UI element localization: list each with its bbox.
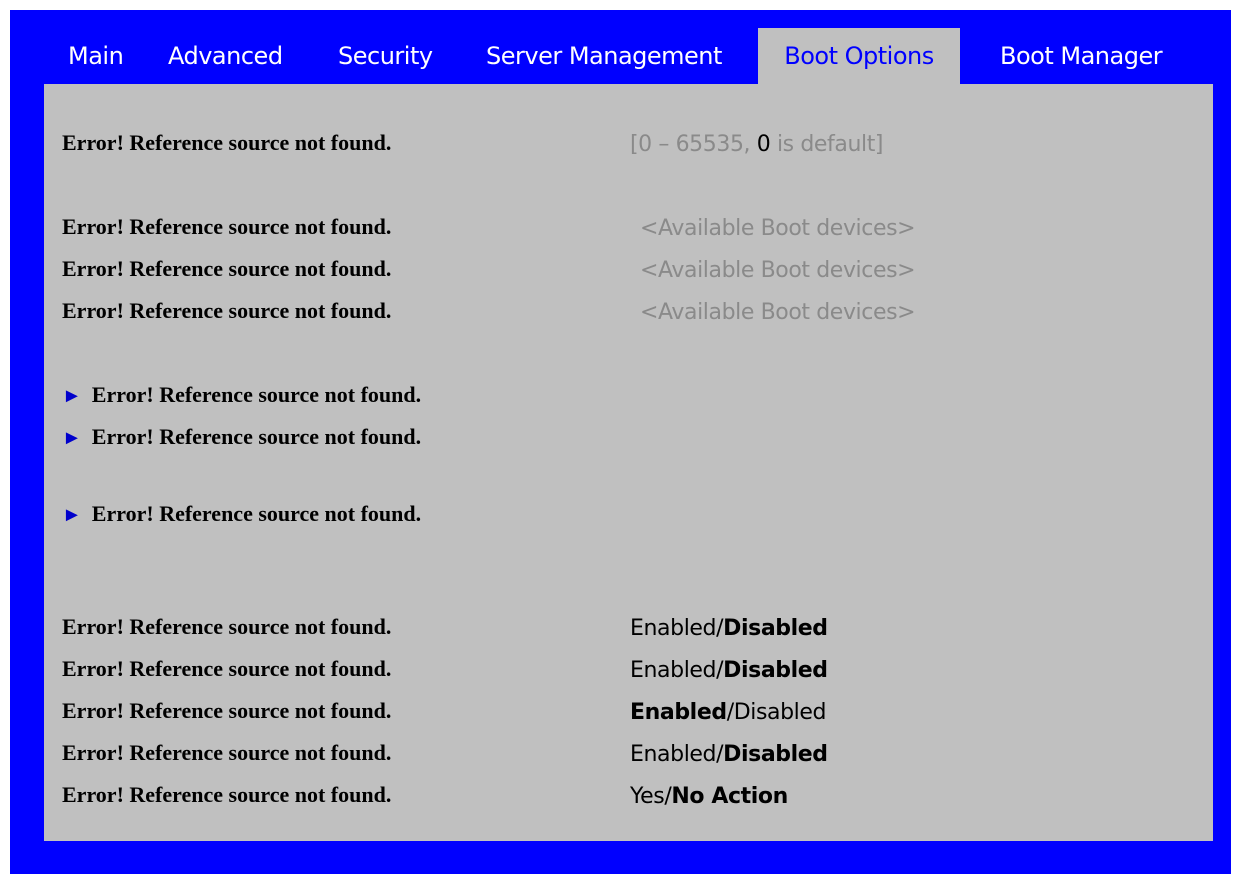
setting-label: Error! Reference source not found.	[62, 698, 392, 723]
submenu-link-3[interactable]: ► Error! Reference source not found.	[62, 496, 482, 533]
tab-advanced[interactable]: Advanced	[168, 28, 283, 84]
option-b-selected: Disabled	[723, 616, 828, 641]
setting-label: Error! Reference source not found.	[62, 740, 392, 765]
option-a: Enabled	[630, 742, 717, 767]
submenu-label: Error! Reference source not found.	[91, 501, 422, 526]
option-b: Disabled	[733, 700, 827, 725]
setting-value-timeout[interactable]: [0 – 65535, 0 is default]	[630, 132, 884, 157]
tab-boot-manager[interactable]: Boot Manager	[1000, 28, 1163, 84]
option-separator: /	[726, 700, 734, 725]
tab-bar: Main Advanced Security Server Management…	[10, 10, 1231, 84]
submenu-arrow-icon: ►	[62, 385, 82, 407]
setting-label: Error! Reference source not found.	[62, 656, 392, 681]
submenu-link-2[interactable]: ► Error! Reference source not found.	[62, 424, 421, 450]
bios-setup-frame: Main Advanced Security Server Management…	[10, 10, 1231, 874]
option-a: Yes	[630, 784, 665, 809]
setting-label: Error! Reference source not found.	[62, 614, 392, 639]
boot-device-select-1[interactable]: <Available Boot devices>	[640, 216, 916, 241]
submenu-arrow-icon: ►	[62, 504, 82, 526]
option-a: Enabled	[630, 658, 717, 683]
setting-value-option-1[interactable]: Enabled/Disabled	[630, 616, 828, 641]
setting-value-option-5[interactable]: Yes/No Action	[630, 784, 788, 809]
tab-main[interactable]: Main	[68, 28, 124, 84]
submenu-arrow-icon: ►	[62, 427, 82, 449]
option-a: Enabled	[630, 616, 717, 641]
boot-device-select-2[interactable]: <Available Boot devices>	[640, 258, 916, 283]
setting-value-option-2[interactable]: Enabled/Disabled	[630, 658, 828, 683]
setting-value-option-4[interactable]: Enabled/Disabled	[630, 742, 828, 767]
setting-label: Error! Reference source not found.	[62, 298, 392, 323]
option-b-selected: Disabled	[723, 742, 828, 767]
setting-value-option-3[interactable]: Enabled/Disabled	[630, 700, 826, 725]
tab-boot-options[interactable]: Boot Options	[758, 28, 960, 84]
value-range-suffix: is default]	[770, 132, 884, 157]
submenu-link-1[interactable]: ► Error! Reference source not found.	[62, 382, 421, 408]
setting-label: Error! Reference source not found.	[62, 256, 392, 281]
tab-security[interactable]: Security	[338, 28, 433, 84]
submenu-label: Error! Reference source not found.	[91, 424, 422, 449]
value-default-highlight: 0	[756, 132, 771, 157]
option-b-selected: Disabled	[723, 658, 828, 683]
value-range-prefix: [0 – 65535,	[630, 132, 757, 157]
boot-options-panel: Error! Reference source not found. [0 – …	[44, 84, 1213, 841]
setting-label: Error! Reference source not found.	[62, 214, 392, 239]
option-a-selected: Enabled	[630, 700, 727, 725]
tab-server-management[interactable]: Server Management	[486, 28, 722, 84]
setting-label: Error! Reference source not found.	[62, 782, 392, 807]
boot-device-select-3[interactable]: <Available Boot devices>	[640, 300, 916, 325]
submenu-label: Error! Reference source not found.	[91, 382, 422, 407]
setting-label: Error! Reference source not found.	[62, 130, 392, 155]
option-b-selected: No Action	[671, 784, 788, 809]
